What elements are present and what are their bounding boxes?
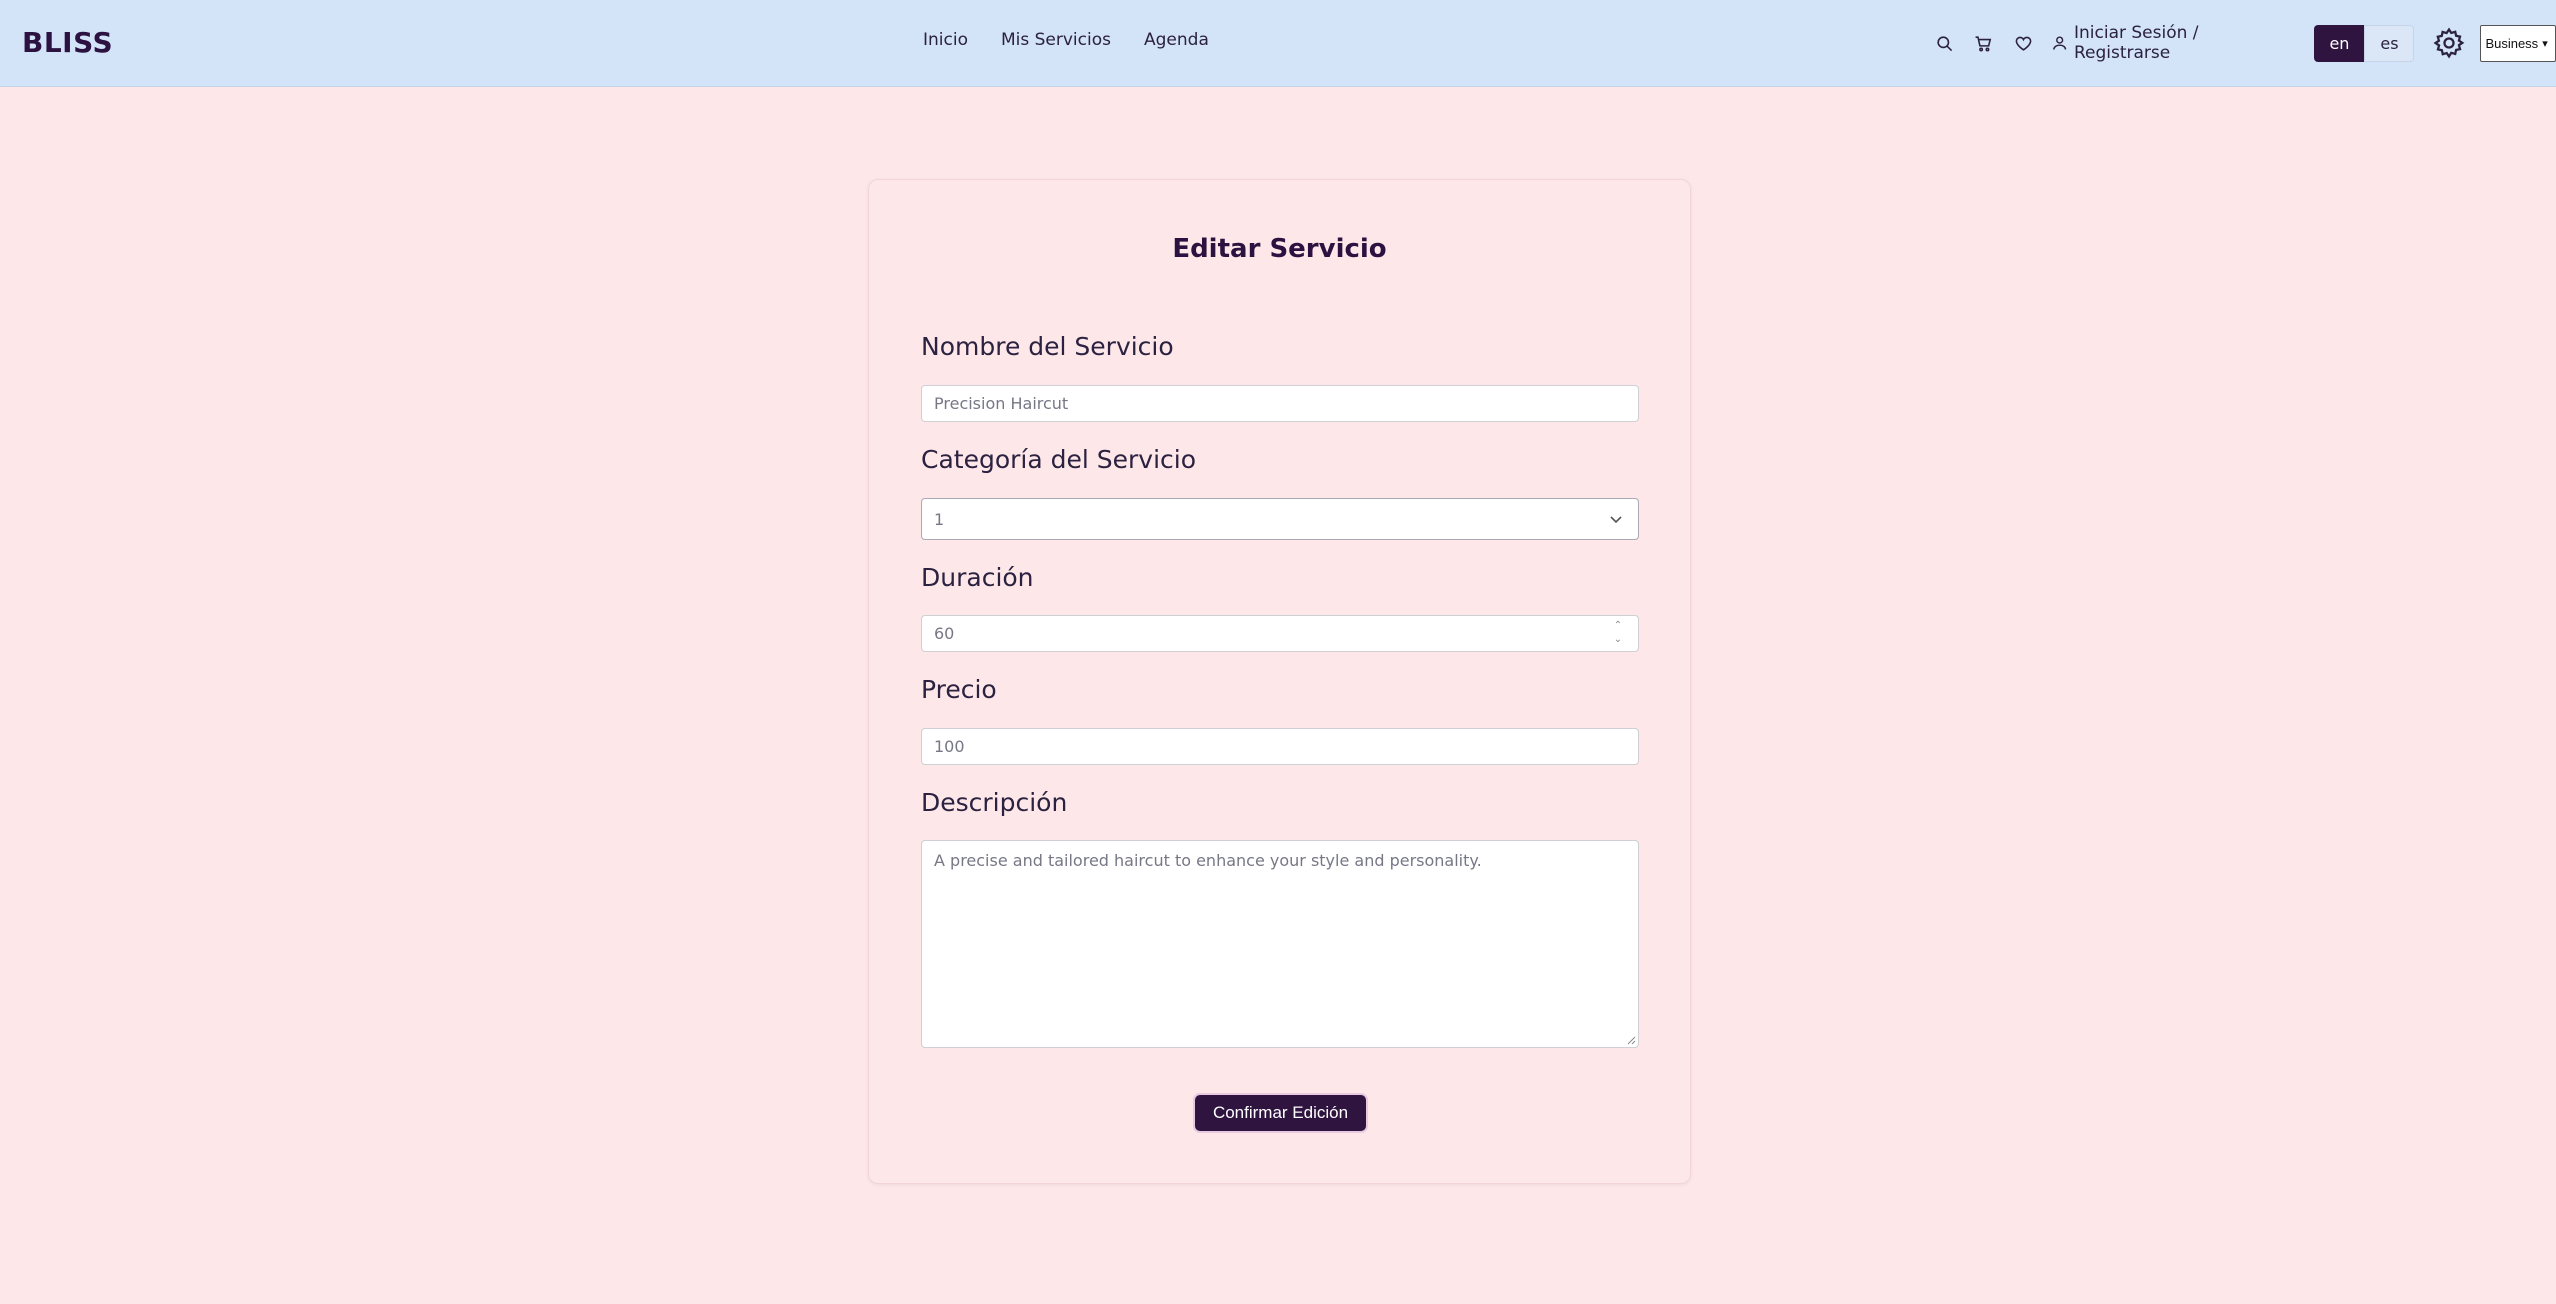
login-label: Iniciar Sesión / Registrarse — [2073, 23, 2199, 63]
description-label: Descripción — [921, 788, 1068, 817]
description-textarea[interactable]: A precise and tailored haircut to enhanc… — [921, 840, 1639, 1048]
nav-actions: Iniciar Sesión / Registrarse en es Busin… — [1933, 22, 2556, 64]
chevron-down-icon: ▾ — [2542, 37, 2548, 50]
description-value: A precise and tailored haircut to enhanc… — [934, 851, 1482, 870]
logo[interactable]: BLISS — [22, 26, 113, 59]
page-title: Editar Servicio — [1172, 234, 1387, 264]
edit-service-card: Editar Servicio Nombre del Servicio Prec… — [868, 179, 1691, 1184]
nav-link-mis-servicios[interactable]: Mis Servicios — [1001, 30, 1111, 50]
gear-icon[interactable] — [2432, 26, 2466, 60]
service-category-value: 1 — [934, 509, 945, 529]
price-input[interactable]: 100 — [921, 728, 1639, 765]
duration-value: 60 — [934, 624, 955, 643]
account-type-value: Business — [2485, 35, 2539, 51]
number-spinner[interactable]: ⌃ ⌄ — [1612, 619, 1624, 649]
resize-grip-icon[interactable] — [1626, 1035, 1636, 1045]
price-label: Precio — [921, 675, 997, 704]
confirm-edit-button[interactable]: Confirmar Edición — [1195, 1095, 1366, 1131]
duration-input[interactable]: 60 ⌃ ⌄ — [921, 615, 1639, 652]
service-name-input[interactable]: Precision Haircut — [921, 385, 1639, 422]
nav-link-agenda[interactable]: Agenda — [1144, 30, 1209, 50]
chevron-down-icon — [1610, 516, 1622, 524]
heart-icon[interactable] — [2011, 31, 2034, 55]
nav-links: Inicio Mis Servicios Agenda — [923, 30, 1209, 50]
service-category-select[interactable]: 1 — [921, 498, 1639, 540]
service-name-label: Nombre del Servicio — [921, 332, 1174, 361]
lang-es-button[interactable]: es — [2364, 24, 2415, 62]
duration-label: Duración — [921, 563, 1034, 592]
cart-icon[interactable] — [1972, 31, 1995, 55]
search-icon[interactable] — [1933, 31, 1956, 55]
lang-en-button[interactable]: en — [2314, 24, 2365, 62]
service-category-label: Categoría del Servicio — [921, 445, 1197, 474]
nav-link-inicio[interactable]: Inicio — [923, 30, 968, 50]
user-icon — [2052, 36, 2066, 50]
navbar: BLISS Inicio Mis Servicios Agenda Inicia… — [0, 0, 2556, 87]
price-value: 100 — [934, 737, 965, 756]
language-switch: en es — [2314, 24, 2415, 62]
login-link[interactable]: Iniciar Sesión / Registrarse — [2051, 23, 2293, 63]
service-name-value: Precision Haircut — [934, 394, 1069, 413]
account-type-select[interactable]: Business ▾ — [2480, 24, 2556, 62]
